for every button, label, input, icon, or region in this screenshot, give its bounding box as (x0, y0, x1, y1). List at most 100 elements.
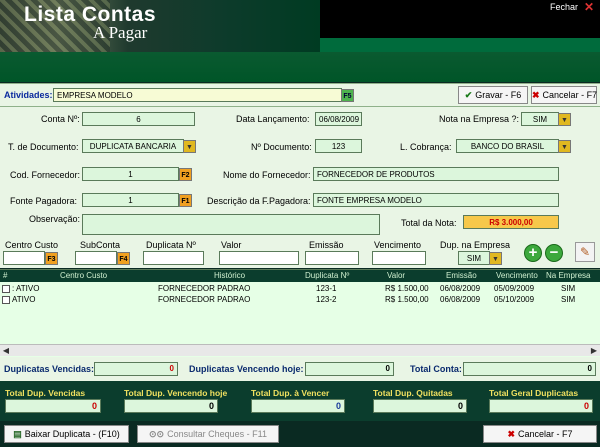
close-label[interactable]: Fechar (550, 2, 578, 12)
duplicatas-vencidas-value: 0 (94, 362, 178, 376)
nota-empresa-label: Nota na Empresa ?: (439, 114, 520, 124)
save-button[interactable]: ✔ Gravar - F6 (458, 86, 528, 104)
conta-field[interactable]: 6 (82, 112, 195, 126)
table-row[interactable]: : ATIVO FORNECEDOR PADRAO 123-1 R$ 1.500… (0, 284, 600, 295)
subconta-lookup-key[interactable]: F4 (117, 252, 130, 265)
chevron-down-icon[interactable]: ▼ (558, 140, 571, 153)
totals-bar: Duplicatas Vencidas: 0 Duplicatas Vencen… (0, 357, 600, 381)
x-icon: ✖ (507, 429, 515, 439)
atividades-lookup-key[interactable]: F5 (341, 89, 354, 102)
data-lancamento-field[interactable]: 06/08/2009 (315, 112, 362, 126)
summary-label: Total Dup. Vencidas (5, 388, 86, 398)
chevron-down-icon[interactable]: ▼ (558, 113, 571, 126)
fonte-pagadora-label: Fonte Pagadora: (10, 196, 78, 206)
x-icon: ✖ (532, 90, 540, 100)
total-conta-label: Total Conta: (410, 364, 462, 374)
summary-value: 0 (251, 399, 345, 413)
duplicata-numero-label: Duplicata Nº (146, 240, 196, 250)
table-row[interactable]: ATIVO FORNECEDOR PADRAO 123-2 R$ 1.500,0… (0, 295, 600, 306)
footer-cancel-button[interactable]: ✖ Cancelar - F7 (483, 425, 597, 443)
summary-value: 0 (489, 399, 593, 413)
subconta-input[interactable] (75, 251, 117, 265)
column-header: Valor (387, 271, 406, 280)
atividades-label: Atividades: (4, 90, 53, 100)
check-icon: ✔ (464, 90, 473, 100)
summary-label: Total Geral Duplicatas (489, 388, 579, 398)
duplicatas-vencidas-label: Duplicatas Vencidas: (4, 364, 95, 374)
remove-icon[interactable]: − (545, 244, 563, 262)
duplicata-numero-input[interactable] (143, 251, 204, 265)
add-icon[interactable]: + (524, 244, 542, 262)
atividades-field[interactable]: EMPRESA MODELO (53, 88, 342, 102)
centro-custo-input[interactable] (3, 251, 45, 265)
nome-fornecedor-field[interactable]: FORNECEDOR DE PRODUTOS (313, 167, 559, 181)
centro-custo-label: Centro Custo (5, 240, 59, 250)
observacao-field[interactable] (82, 214, 380, 235)
summary-label: Total Dup. à Vencer (251, 388, 330, 398)
summary-value: 0 (124, 399, 218, 413)
valor-input[interactable] (219, 251, 299, 265)
chevron-down-icon[interactable]: ▼ (489, 252, 502, 265)
column-header: Na Empresa (546, 271, 591, 280)
grid-header: # Centro Custo Histórico Duplicata Nº Va… (0, 270, 600, 282)
scroll-left-icon[interactable]: ◀ (0, 345, 12, 356)
fonte-lookup-key[interactable]: F1 (179, 194, 192, 207)
observacao-label: Observação: (29, 214, 81, 224)
column-header: # (3, 271, 8, 280)
emissao-input[interactable] (305, 251, 359, 265)
valor-label: Valor (221, 240, 242, 250)
close-icon[interactable]: ✕ (584, 0, 594, 14)
vencimento-label: Vencimento (374, 240, 422, 250)
summary-value: 0 (5, 399, 101, 413)
column-header: Histórico (214, 271, 246, 280)
cancel-button[interactable]: ✖ Cancelar - F7 (531, 86, 597, 104)
local-cobranca-select[interactable]: BANCO DO BRASIL (456, 139, 559, 153)
consultar-cheques-button[interactable]: ⊙⊙ Consultar Cheques - F11 (137, 425, 279, 443)
cod-fornecedor-label: Cod. Fornecedor: (10, 170, 81, 180)
row-checkbox[interactable] (2, 285, 10, 293)
binoculars-icon: ⊙⊙ (149, 429, 165, 439)
column-header: Emissão (446, 271, 477, 280)
emissao-label: Emissão (309, 240, 344, 250)
descricao-fonte-field[interactable]: FONTE EMPRESA MODELO (313, 193, 559, 207)
total-conta-value: 0 (463, 362, 596, 376)
window-header: Lista Contas A Pagar Fechar ✕ (0, 0, 600, 52)
scroll-right-icon[interactable]: ▶ (588, 345, 600, 356)
duplicatas-vencendo-value: 0 (305, 362, 394, 376)
column-header: Vencimento (496, 271, 538, 280)
summary-panel: Total Dup. Vencidas 0 Total Dup. Vencend… (0, 381, 600, 421)
row-checkbox[interactable] (2, 296, 10, 304)
descricao-fonte-label: Descrição da F.Pagadora: (207, 196, 311, 206)
data-lancamento-label: Data Lançamento: (236, 114, 310, 124)
column-header: Duplicata Nº (305, 271, 350, 280)
summary-label: Total Dup. Quitadas (373, 388, 453, 398)
footer-bar: ▤ Baixar Duplicata - (F10) ⊙⊙ Consultar Ch… (0, 421, 600, 447)
dup-empresa-select[interactable]: SIM (458, 251, 490, 265)
fornecedor-lookup-key[interactable]: F2 (179, 168, 192, 181)
tipo-documento-select[interactable]: DUPLICATA BANCARIA (82, 139, 184, 153)
document-icon: ▤ (13, 429, 22, 439)
baixar-duplicata-button[interactable]: ▤ Baixar Duplicata - (F10) (4, 425, 129, 443)
centro-custo-lookup-key[interactable]: F3 (45, 252, 58, 265)
fonte-pagadora-field[interactable]: 1 (82, 193, 179, 207)
local-cobranca-label: L. Cobrança: (400, 142, 452, 152)
cod-fornecedor-field[interactable]: 1 (82, 167, 179, 181)
grid-horizontal-scrollbar[interactable]: ◀ ▶ (0, 344, 600, 356)
nota-empresa-select[interactable]: SIM (521, 112, 559, 126)
total-nota-value: R$ 3.000,00 (463, 215, 559, 229)
numero-documento-field[interactable]: 123 (315, 139, 362, 153)
brush-icon[interactable]: ✎ (575, 242, 595, 262)
summary-value: 0 (373, 399, 467, 413)
total-nota-label: Total da Nota: (401, 218, 457, 228)
header-band (0, 52, 600, 82)
subconta-label: SubConta (80, 240, 121, 250)
chevron-down-icon[interactable]: ▼ (183, 140, 196, 153)
window-subtitle: A Pagar (93, 23, 148, 42)
duplicatas-vencendo-label: Duplicatas Vencendo hoje: (189, 364, 304, 374)
column-header: Centro Custo (60, 271, 108, 280)
dup-empresa-label: Dup. na Empresa (440, 240, 511, 250)
conta-label: Conta Nº: (41, 114, 80, 124)
tipo-documento-label: T. de Documento: (8, 142, 79, 152)
vencimento-input[interactable] (372, 251, 426, 265)
summary-label: Total Dup. Vencendo hoje (124, 388, 228, 398)
